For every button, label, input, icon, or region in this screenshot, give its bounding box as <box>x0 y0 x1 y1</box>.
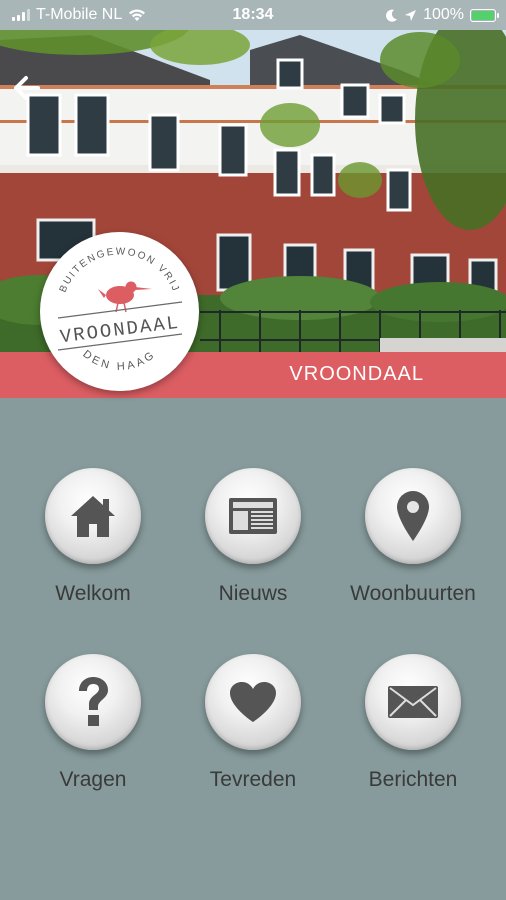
status-bar: T-Mobile NL 18:34 100% <box>0 0 506 30</box>
welkom-button[interactable] <box>45 468 141 564</box>
heart-icon <box>230 682 276 722</box>
menu-item-vragen[interactable]: Vragen <box>18 654 168 792</box>
newspaper-icon <box>229 498 277 534</box>
logo-name: VROONDAAL <box>59 312 181 349</box>
battery-icon <box>470 8 499 22</box>
menu-label-woonbuurten: Woonbuurten <box>350 582 476 605</box>
woonbuurten-button[interactable] <box>365 468 461 564</box>
status-right: 100% <box>386 6 499 24</box>
page-title: VROONDAAL <box>289 363 424 385</box>
moon-icon <box>386 9 398 22</box>
location-arrow-icon <box>405 9 417 21</box>
menu-item-welkom[interactable]: Welkom <box>18 468 168 606</box>
back-arrow-icon[interactable] <box>8 70 48 106</box>
map-pin-icon <box>397 491 429 541</box>
menu-item-tevreden[interactable]: Tevreden <box>178 654 328 792</box>
menu-label-tevreden: Tevreden <box>209 768 297 791</box>
vragen-button[interactable] <box>45 654 141 750</box>
tevreden-button[interactable] <box>205 654 301 750</box>
logo-bottom-text: DEN HAAG <box>80 348 158 373</box>
menu-item-nieuws[interactable]: Nieuws <box>178 468 328 606</box>
vroondaal-logo: BUITENGEWOON VRIJ VROONDAAL DEN HAAG <box>40 232 199 391</box>
home-icon <box>71 496 115 537</box>
menu-label-berichten: Berichten <box>368 768 458 791</box>
menu-label-nieuws: Nieuws <box>218 582 288 605</box>
menu-item-berichten[interactable]: Berichten <box>338 654 488 792</box>
berichten-button[interactable] <box>365 654 461 750</box>
menu-label-vragen: Vragen <box>59 768 127 791</box>
question-icon <box>79 677 108 726</box>
battery-percent: 100% <box>423 6 464 23</box>
menu-item-woonbuurten[interactable]: Woonbuurten <box>338 468 488 606</box>
logo-graphic: BUITENGEWOON VRIJ VROONDAAL DEN HAAG <box>58 246 183 373</box>
envelope-icon <box>388 686 438 718</box>
menu-label-welkom: Welkom <box>55 582 131 605</box>
nieuws-button[interactable] <box>205 468 301 564</box>
